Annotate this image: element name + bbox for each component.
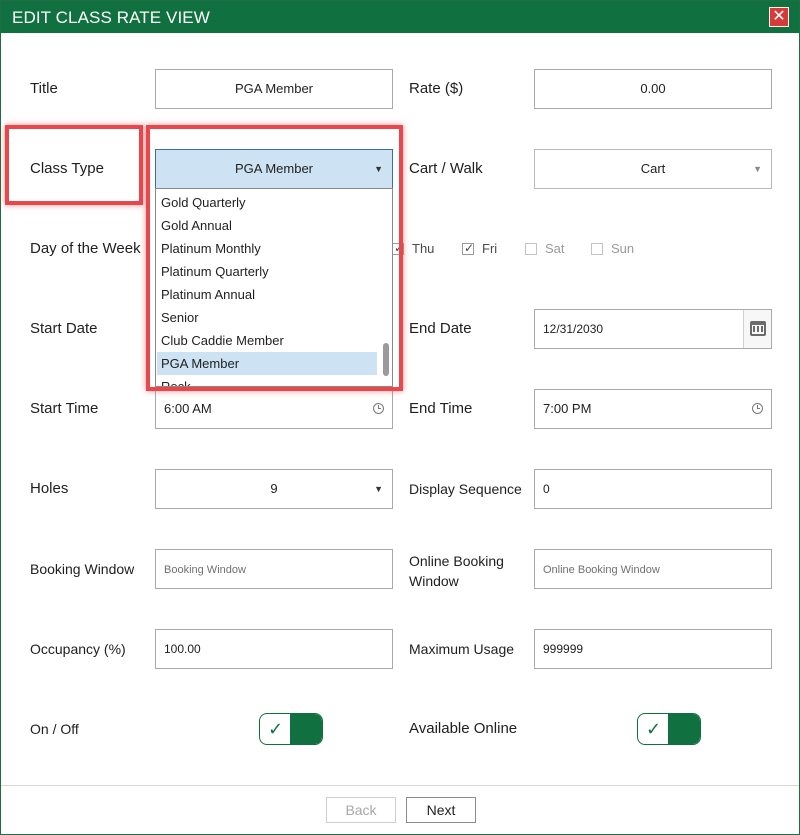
end-date-input[interactable]: 12/31/2030 [534, 309, 772, 349]
end-time-input[interactable]: 7:00 PM [534, 389, 772, 429]
chevron-down-icon: ▼ [753, 164, 762, 174]
cart-walk-select[interactable]: Cart ▼ [534, 149, 772, 189]
checkmark-icon: ✓ [268, 719, 284, 739]
online-booking-window-input[interactable]: Online Booking Window [534, 549, 772, 589]
day-label-fri: Fri [482, 241, 498, 256]
close-button[interactable]: ✕ [769, 7, 789, 27]
rate-label: Rate ($) [409, 80, 464, 97]
occupancy-input[interactable]: 100.00 [155, 629, 393, 669]
checkbox-box [525, 243, 537, 255]
checkbox-box [591, 243, 603, 255]
day-of-week-label: Day of the Week [30, 240, 141, 257]
day-label-thu: Thu [412, 241, 435, 256]
on-off-toggle[interactable]: ✓ [259, 713, 323, 745]
online-booking-window-label: Online Booking Window [409, 551, 504, 591]
display-sequence-input[interactable]: 0 [534, 469, 772, 509]
cart-walk-label: Cart / Walk [409, 160, 483, 177]
online-booking-window-placeholder: Online Booking Window [543, 564, 660, 576]
end-time-label: End Time [409, 400, 473, 417]
on-off-label: On / Off [30, 721, 79, 737]
edit-class-rate-dialog: EDIT CLASS RATE VIEW ✕ Title PGA Member … [0, 0, 800, 835]
title-input[interactable]: PGA Member [155, 69, 393, 109]
chevron-down-icon: ▼ [374, 484, 383, 494]
end-date-label: End Date [409, 320, 472, 337]
start-time-input[interactable]: 6:00 AM [155, 389, 393, 429]
checkbox-box [462, 241, 474, 255]
holes-label: Holes [30, 480, 69, 497]
booking-window-placeholder: Booking Window [164, 564, 246, 576]
rate-input[interactable]: 0.00 [534, 69, 772, 109]
occupancy-label: Occupancy (%) [30, 641, 126, 657]
holes-value: 9 [270, 481, 278, 496]
class-type-dropdown-highlight [146, 125, 403, 391]
end-time-value: 7:00 PM [543, 401, 592, 416]
day-label-sun: Sun [611, 241, 635, 256]
cart-walk-value: Cart [640, 161, 666, 176]
day-checkbox-fri[interactable]: Fri [462, 241, 497, 256]
checkmark-icon: ✓ [646, 719, 662, 739]
day-label-sat: Sat [545, 241, 565, 256]
clock-icon[interactable] [752, 403, 763, 414]
end-date-value: 12/31/2030 [543, 322, 604, 336]
booking-window-input[interactable]: Booking Window [155, 549, 393, 589]
day-checkbox-sun[interactable]: Sun [591, 241, 634, 256]
start-date-label: Start Date [30, 320, 98, 337]
close-icon: ✕ [772, 8, 786, 25]
online-booking-window-label-line2: Window [409, 573, 459, 589]
start-time-value: 6:00 AM [164, 401, 212, 416]
holes-select[interactable]: 9 ▼ [155, 469, 393, 509]
class-type-label-highlight [5, 125, 143, 205]
display-sequence-label: Display Sequence [409, 481, 522, 497]
available-online-label: Available Online [409, 720, 518, 737]
online-booking-window-label-line1: Online Booking [409, 553, 504, 569]
booking-window-label: Booking Window [30, 561, 135, 577]
available-online-toggle[interactable]: ✓ [637, 713, 701, 745]
start-time-label: Start Time [30, 400, 99, 417]
footer-divider [1, 785, 799, 786]
back-button[interactable]: Back [326, 797, 396, 823]
calendar-icon [750, 321, 766, 336]
calendar-button[interactable] [743, 310, 771, 348]
toggle-knob [668, 714, 700, 744]
day-checkbox-sat[interactable]: Sat [525, 241, 565, 256]
next-button[interactable]: Next [406, 797, 476, 823]
title-bar: EDIT CLASS RATE VIEW ✕ [1, 1, 799, 33]
window-title: EDIT CLASS RATE VIEW [12, 8, 210, 27]
title-label: Title [30, 80, 58, 97]
maximum-usage-input[interactable]: 999999 [534, 629, 772, 669]
maximum-usage-label: Maximum Usage [409, 641, 515, 657]
toggle-knob [290, 714, 322, 744]
clock-icon[interactable] [373, 403, 384, 414]
